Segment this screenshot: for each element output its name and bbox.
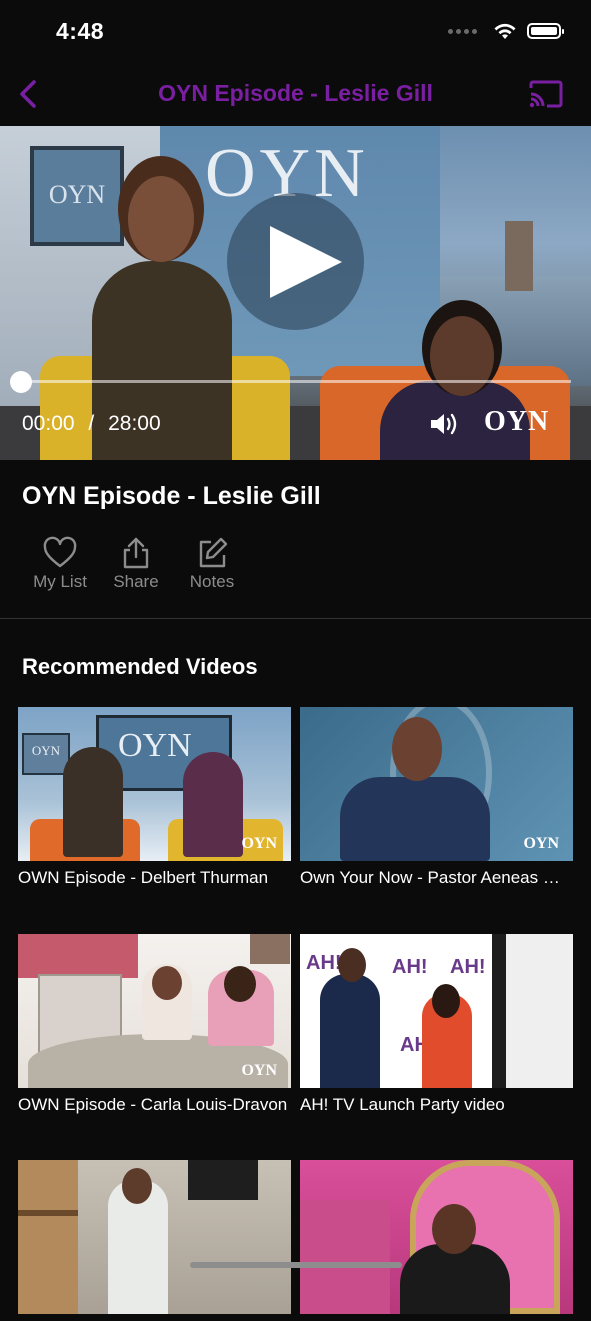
video-thumbnail[interactable]: OYN OYN OYN <box>18 707 291 861</box>
status-bar: 4:48 <box>0 0 591 62</box>
video-card-title[interactable]: OWN Episode - Carla Louis-Dravon <box>18 1095 291 1115</box>
nav-title: OYN Episode - Leslie Gill <box>158 80 433 106</box>
video-card-title[interactable]: Own Your Now - Pastor Aeneas Williams <box>300 868 573 888</box>
video-thumbnail[interactable]: OYN <box>300 707 573 861</box>
video-card-title[interactable]: OWN Episode - Delbert Thurman <box>18 868 291 888</box>
heart-icon <box>43 536 77 568</box>
current-time: 00:00 <box>22 412 75 435</box>
video-brand-logo: OYN <box>484 406 550 437</box>
duration: 28:00 <box>108 412 161 435</box>
chevron-left-icon[interactable] <box>14 78 44 110</box>
home-indicator[interactable] <box>190 1262 402 1268</box>
thumbnail-brand-logo: OYN <box>241 1062 277 1079</box>
action-row: My List Share Notes <box>22 536 250 592</box>
volume-icon[interactable] <box>428 410 458 438</box>
my-list-button[interactable]: My List <box>22 536 98 592</box>
wifi-icon <box>494 23 516 39</box>
share-label: Share <box>113 572 159 591</box>
my-list-label: My List <box>33 572 87 591</box>
nav-bar: OYN Episode - Leslie Gill <box>0 62 591 126</box>
notes-button[interactable]: Notes <box>174 536 250 592</box>
time-readout: 00:00 / 28:00 <box>22 412 161 436</box>
thumbnail-brand-logo: OYN <box>241 835 277 852</box>
studio-screen: OYN <box>30 146 124 246</box>
status-time: 4:48 <box>56 18 105 44</box>
share-icon <box>123 537 149 569</box>
video-card[interactable]: OYN OWN Episode - Carla Louis-Dravon <box>18 934 291 1115</box>
video-thumbnail[interactable]: OYN <box>18 934 291 1088</box>
video-card[interactable]: AH! AH! AH! AH! AH! TV Launch Party vide… <box>300 934 573 1115</box>
time-separator: / <box>88 412 95 435</box>
video-thumbnail[interactable] <box>300 1160 573 1314</box>
share-button[interactable]: Share <box>98 536 174 592</box>
video-player[interactable]: OYN OYN 00:00 / 28:00 OYN <box>0 126 591 460</box>
episode-title: OYN Episode - Leslie Gill <box>22 482 321 510</box>
edit-icon <box>199 537 228 568</box>
progress-track[interactable] <box>20 380 571 383</box>
video-card-title[interactable]: AH! TV Launch Party video <box>300 1095 573 1115</box>
video-card[interactable]: OYN Own Your Now - Pastor Aeneas William… <box>300 707 573 888</box>
play-icon[interactable] <box>270 226 342 298</box>
video-thumbnail[interactable] <box>18 1160 291 1314</box>
signal-dots-icon <box>448 28 477 34</box>
notes-label: Notes <box>189 572 235 591</box>
battery-icon <box>527 23 564 39</box>
video-thumbnail[interactable]: AH! AH! AH! AH! <box>300 934 573 1088</box>
thumbnail-brand-logo: OYN <box>523 835 559 852</box>
video-card[interactable] <box>300 1160 573 1321</box>
video-card[interactable]: OYN OYN OYN OWN Episode - Delbert Thurma… <box>18 707 291 888</box>
divider <box>0 618 591 619</box>
video-card[interactable] <box>18 1160 291 1321</box>
recommended-heading: Recommended Videos <box>22 654 258 679</box>
status-icons <box>448 22 564 40</box>
progress-thumb[interactable] <box>10 371 32 393</box>
cast-icon[interactable] <box>527 79 565 109</box>
